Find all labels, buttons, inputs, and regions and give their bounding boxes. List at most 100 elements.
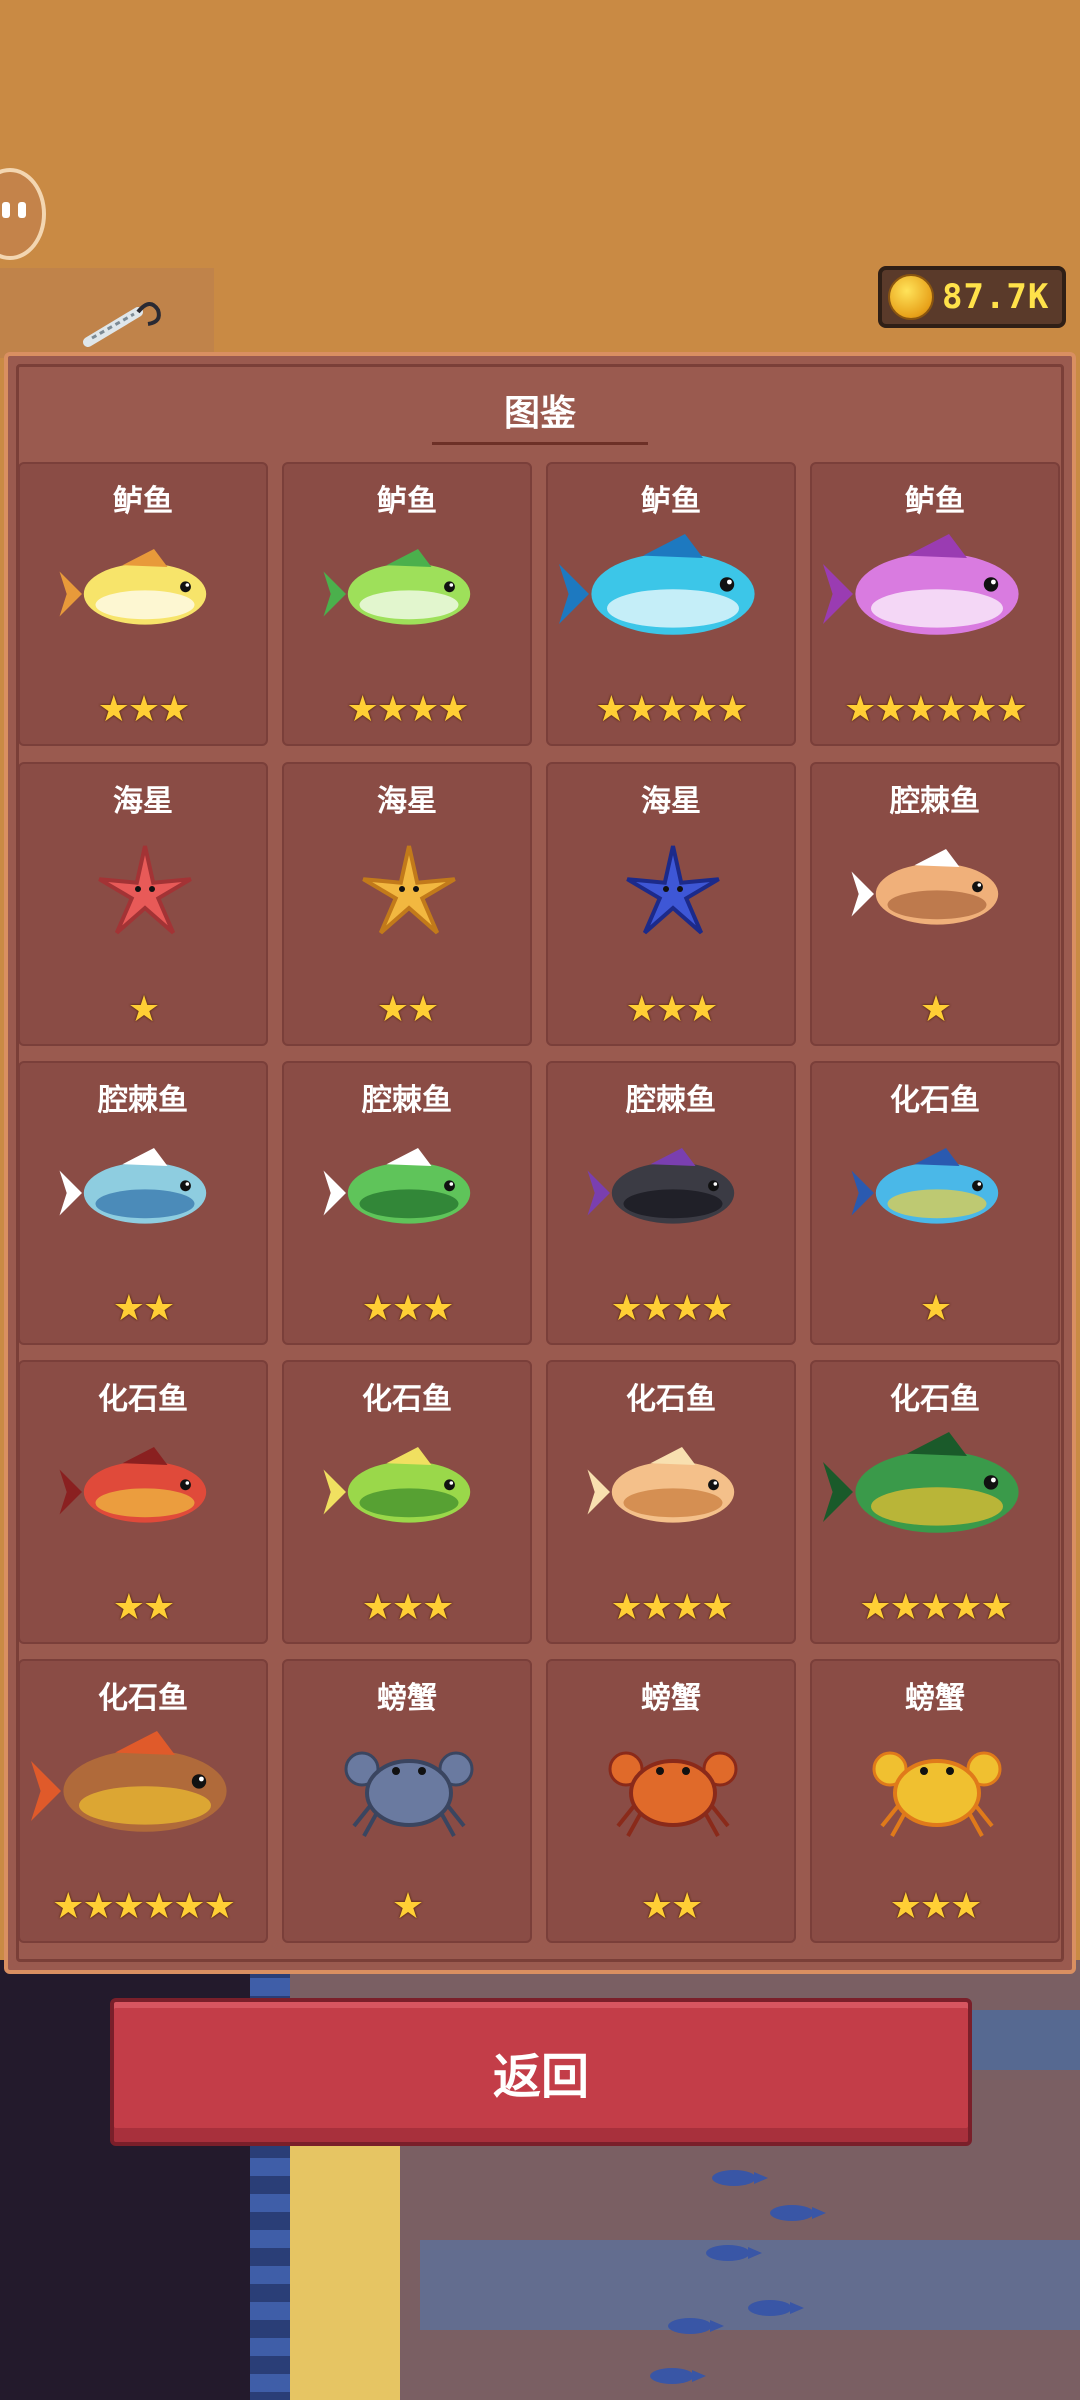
star-icon: ★ — [127, 989, 160, 1030]
star-rating: ★★ — [548, 1886, 794, 1927]
star-icon: ★ — [422, 1587, 454, 1628]
star-icon: ★ — [625, 689, 658, 730]
creature-name: 化石鱼 — [98, 1681, 188, 1716]
star-icon: ★ — [610, 1587, 642, 1628]
collection-card[interactable]: 化石鱼 ★★ — [18, 1360, 268, 1644]
star-icon: ★ — [640, 1886, 673, 1927]
collection-card[interactable]: 螃蟹 ★ — [282, 1659, 532, 1943]
star-icon: ★ — [391, 1587, 424, 1628]
title-divider — [432, 442, 648, 445]
star-icon: ★ — [361, 1288, 394, 1329]
creature-name: 鲈鱼 — [641, 484, 701, 519]
fish-icon — [548, 1432, 794, 1552]
star-rating: ★★★★ — [548, 1288, 794, 1329]
star-icon: ★ — [52, 1886, 84, 1927]
background-fish — [712, 2170, 768, 2186]
star-icon: ★ — [889, 1886, 922, 1927]
fish-icon — [20, 1432, 266, 1552]
star-rating: ★★★ — [548, 989, 794, 1030]
star-icon: ★ — [82, 1886, 114, 1927]
avatar-eye — [18, 202, 26, 218]
star-rating: ★★★★ — [548, 1587, 794, 1628]
collection-card[interactable]: 海星 ★ — [18, 762, 268, 1046]
creature-name: 螃蟹 — [905, 1681, 965, 1716]
star-icon: ★ — [376, 989, 409, 1030]
creature-name: 腔棘鱼 — [626, 1083, 716, 1118]
star-rating: ★★★★★ — [548, 689, 794, 730]
starfish-icon — [548, 834, 794, 954]
creature-name: 鲈鱼 — [377, 484, 437, 519]
fish-icon — [548, 534, 794, 654]
collection-card[interactable]: 鲈鱼 ★★★★★ — [546, 462, 796, 746]
star-icon: ★ — [437, 689, 469, 730]
star-icon: ★ — [859, 1587, 891, 1628]
star-icon: ★ — [716, 689, 748, 730]
creature-name: 鲈鱼 — [905, 484, 965, 519]
star-rating: ★★ — [284, 989, 530, 1030]
star-icon: ★ — [889, 1587, 922, 1628]
background-sand — [290, 2140, 400, 2400]
star-rating: ★★★★ — [284, 689, 530, 730]
star-icon: ★ — [610, 1288, 642, 1329]
collection-card[interactable]: 化石鱼 ★★★ — [282, 1360, 532, 1644]
star-rating: ★ — [812, 989, 1058, 1030]
collection-card[interactable]: 海星 ★★ — [282, 762, 532, 1046]
collection-card[interactable]: 鲈鱼 ★★★★★★ — [810, 462, 1060, 746]
fish-icon — [548, 1133, 794, 1253]
collection-card[interactable]: 化石鱼 ★★★★★★ — [18, 1659, 268, 1943]
creature-name: 化石鱼 — [98, 1382, 188, 1417]
coin-counter: 87.7K — [878, 266, 1066, 328]
star-icon: ★ — [919, 1886, 952, 1927]
star-icon: ★ — [919, 1587, 952, 1628]
collection-card[interactable]: 化石鱼 ★★★★ — [546, 1360, 796, 1644]
collection-card[interactable]: 鲈鱼 ★★★★ — [282, 462, 532, 746]
star-icon: ★ — [950, 1587, 982, 1628]
star-icon: ★ — [640, 1288, 673, 1329]
collection-card[interactable]: 海星 ★★★ — [546, 762, 796, 1046]
star-icon: ★ — [686, 689, 718, 730]
star-icon: ★ — [919, 989, 952, 1030]
star-rating: ★★★ — [284, 1288, 530, 1329]
crab-icon — [548, 1731, 794, 1851]
star-icon: ★ — [143, 1886, 175, 1927]
collection-card[interactable]: 腔棘鱼 ★★★ — [282, 1061, 532, 1345]
collection-card[interactable]: 鲈鱼 ★★★ — [18, 462, 268, 746]
creature-name: 化石鱼 — [890, 1382, 980, 1417]
creature-name: 腔棘鱼 — [98, 1083, 188, 1118]
star-icon: ★ — [686, 989, 718, 1030]
star-icon: ★ — [143, 1587, 175, 1628]
collection-card[interactable]: 腔棘鱼 ★★★★ — [546, 1061, 796, 1345]
star-icon: ★ — [980, 1587, 1012, 1628]
collection-card[interactable]: 螃蟹 ★★ — [546, 1659, 796, 1943]
fish-icon — [20, 534, 266, 654]
star-icon: ★ — [701, 1288, 733, 1329]
collection-card[interactable]: 化石鱼 ★ — [810, 1061, 1060, 1345]
back-button[interactable]: 返回 — [110, 1998, 972, 2146]
fish-icon — [284, 1133, 530, 1253]
collection-card[interactable]: 螃蟹 ★★★ — [810, 1659, 1060, 1943]
fish-icon — [812, 1133, 1058, 1253]
star-icon: ★ — [422, 1288, 454, 1329]
star-rating: ★★★★★★ — [20, 1886, 266, 1927]
modal-title: 图鉴 — [503, 393, 576, 434]
collection-card[interactable]: 腔棘鱼 ★ — [810, 762, 1060, 1046]
star-icon: ★ — [112, 1886, 145, 1927]
coin-value: 87.7K — [942, 277, 1050, 317]
collection-card[interactable]: 腔棘鱼 ★★ — [18, 1061, 268, 1345]
creature-name: 螃蟹 — [641, 1681, 701, 1716]
fish-icon — [812, 534, 1058, 654]
star-icon: ★ — [625, 989, 658, 1030]
star-rating: ★ — [284, 1886, 530, 1927]
star-icon: ★ — [346, 689, 378, 730]
star-icon: ★ — [391, 1886, 424, 1927]
background-fish — [650, 2368, 706, 2384]
collection-card[interactable]: 化石鱼 ★★★★★ — [810, 1360, 1060, 1644]
background-fish — [770, 2205, 826, 2221]
star-icon: ★ — [655, 689, 688, 730]
star-icon: ★ — [844, 689, 876, 730]
star-rating: ★★★ — [812, 1886, 1058, 1927]
star-icon: ★ — [904, 689, 937, 730]
background-fish — [706, 2245, 762, 2261]
star-icon: ★ — [158, 689, 190, 730]
avatar-eye — [2, 202, 10, 218]
